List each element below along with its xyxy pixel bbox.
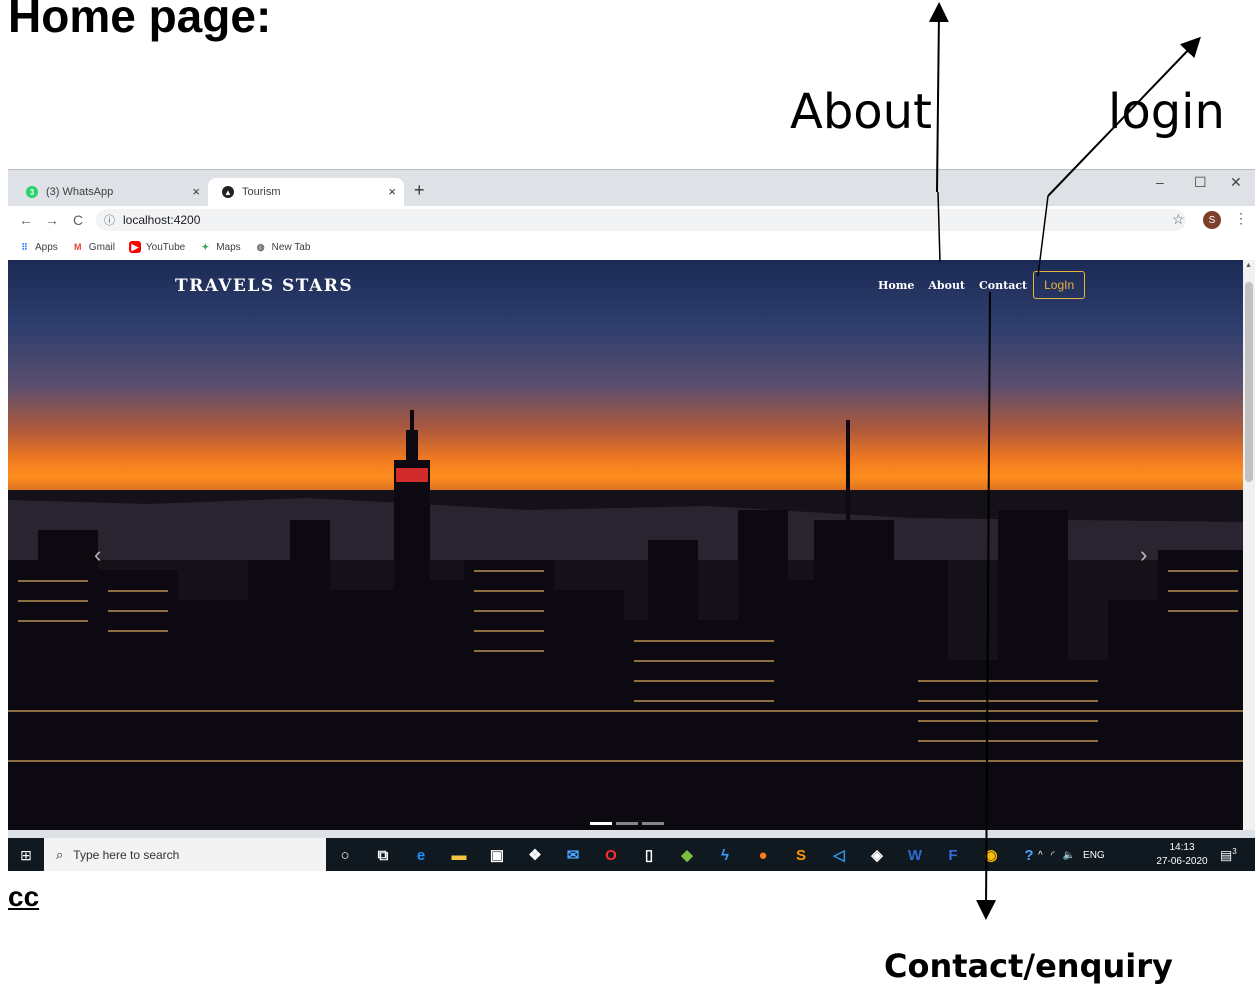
power-bi-icon[interactable]: ϟ bbox=[706, 838, 744, 871]
back-button[interactable]: ← bbox=[18, 212, 34, 228]
windows-taskbar: ⊞ ⌕ Type here to search ○ ⧉ e ▬ ▣ ❖ ✉ O ▯ ◆ ϟ ● S ◁ ◈ W… bbox=[8, 838, 1255, 871]
nav-about-link[interactable]: About bbox=[928, 279, 965, 292]
page-scrollbar[interactable]: ▲ bbox=[1243, 260, 1255, 830]
bookmark-maps[interactable]: ✦ Maps bbox=[199, 241, 240, 253]
tab-title: Tourism bbox=[242, 186, 281, 198]
start-button[interactable]: ⊞ bbox=[8, 838, 44, 871]
annotation-cc: cc bbox=[8, 881, 40, 912]
arrow-about bbox=[928, 2, 949, 193]
search-placeholder[interactable]: Type here to search bbox=[73, 848, 179, 862]
notepad-icon[interactable]: ▯ bbox=[630, 838, 668, 871]
globe-icon: ◍ bbox=[256, 241, 265, 252]
carousel-indicator[interactable] bbox=[642, 822, 664, 825]
scrollbar-thumb[interactable] bbox=[1245, 282, 1253, 482]
chrome-icon[interactable]: ◉ bbox=[972, 838, 1010, 871]
firefox-icon[interactable]: ● bbox=[744, 838, 782, 871]
notification-count: 3 bbox=[1232, 847, 1237, 856]
carousel-indicators bbox=[590, 822, 664, 825]
taskbar-clock[interactable]: 14:13 27-06-2020 bbox=[1150, 841, 1214, 869]
cortana-icon[interactable]: ○ bbox=[326, 838, 364, 871]
bookmark-youtube[interactable]: ▶ YouTube bbox=[128, 241, 186, 253]
whatsapp-icon: 3 bbox=[26, 186, 38, 198]
city-skyline-image bbox=[8, 410, 1243, 830]
task-view-icon[interactable]: ⧉ bbox=[364, 838, 402, 871]
vscode-icon[interactable]: ◁ bbox=[820, 838, 858, 871]
youtube-icon: ▶ bbox=[128, 241, 141, 253]
language-indicator[interactable]: ENG bbox=[1083, 850, 1105, 861]
wifi-icon[interactable]: ◜ bbox=[1051, 850, 1055, 861]
bookmark-label: YouTube bbox=[145, 241, 186, 253]
maps-icon: ✦ bbox=[201, 241, 209, 252]
scroll-up-icon[interactable]: ▲ bbox=[1245, 262, 1252, 269]
git-icon[interactable]: ◈ bbox=[858, 838, 896, 871]
chevron-up-icon[interactable]: ^ bbox=[1038, 850, 1043, 861]
carousel-indicator[interactable] bbox=[616, 822, 638, 825]
word-icon[interactable]: W bbox=[896, 838, 934, 871]
store-icon[interactable]: ▣ bbox=[478, 838, 516, 871]
maximize-button[interactable]: ☐ bbox=[1194, 174, 1207, 191]
bookmark-label: Apps bbox=[35, 241, 58, 253]
angular-icon: ▲ bbox=[222, 186, 234, 198]
annotation-contact: Contact/enquiry bbox=[884, 947, 1173, 985]
tab-whatsapp[interactable]: 3 (3) WhatsApp × bbox=[12, 178, 208, 206]
address-bar[interactable]: ⓘ localhost:4200 bbox=[96, 209, 1186, 231]
mail-icon[interactable]: ✉ bbox=[554, 838, 592, 871]
nav-contact-link[interactable]: Contact bbox=[979, 279, 1027, 292]
reload-button[interactable]: C bbox=[70, 212, 86, 228]
clock-date: 27-06-2020 bbox=[1156, 856, 1208, 867]
tab-tourism[interactable]: ▲ Tourism × bbox=[208, 178, 404, 206]
volume-icon[interactable]: 🔈 bbox=[1063, 850, 1075, 861]
bookmark-label: New Tab bbox=[271, 241, 311, 253]
browser-toolbar: ← → C ⓘ localhost:4200 ☆ S ⋮ bbox=[8, 206, 1255, 234]
file-explorer-icon[interactable]: ▬ bbox=[440, 838, 478, 871]
android-studio-icon[interactable]: ◆ bbox=[668, 838, 706, 871]
gmail-icon: M bbox=[74, 242, 82, 252]
new-tab-button[interactable]: + bbox=[414, 180, 425, 201]
sublime-icon[interactable]: S bbox=[782, 838, 820, 871]
notifications-icon[interactable]: ▤3 bbox=[1220, 847, 1237, 863]
site-navbar: Home About Contact LogIn bbox=[878, 270, 1086, 300]
bookmark-apps[interactable]: ⠿ Apps bbox=[18, 241, 58, 253]
minimize-button[interactable]: – bbox=[1156, 174, 1164, 190]
login-button[interactable]: LogIn bbox=[1033, 271, 1086, 299]
bookmark-label: Gmail bbox=[88, 241, 115, 253]
close-icon[interactable]: × bbox=[192, 184, 200, 199]
menu-icon[interactable]: ⋮ bbox=[1234, 210, 1248, 227]
clock-time: 14:13 bbox=[1169, 842, 1195, 853]
app-f-icon[interactable]: F bbox=[934, 838, 972, 871]
search-icon: ⌕ bbox=[56, 847, 64, 862]
bookmark-star-icon[interactable]: ☆ bbox=[1172, 211, 1185, 228]
taskbar-search[interactable]: ⌕ Type here to search bbox=[44, 838, 326, 871]
profile-avatar[interactable]: S bbox=[1203, 211, 1221, 229]
url-text[interactable]: localhost:4200 bbox=[123, 213, 200, 227]
close-icon[interactable]: × bbox=[388, 184, 396, 199]
forward-button[interactable]: → bbox=[44, 212, 60, 228]
bookmark-gmail[interactable]: M Gmail bbox=[72, 241, 115, 253]
carousel-prev-icon[interactable]: ‹ bbox=[94, 542, 101, 568]
system-tray: ^ ◜ 🔈 ENG bbox=[1038, 838, 1105, 871]
carousel-indicator[interactable] bbox=[590, 822, 612, 825]
bookmark-label: Maps bbox=[216, 241, 241, 253]
opera-icon[interactable]: O bbox=[592, 838, 630, 871]
info-icon[interactable]: ⓘ bbox=[104, 212, 115, 228]
taskbar-apps: ○ ⧉ e ▬ ▣ ❖ ✉ O ▯ ◆ ϟ ● S ◁ ◈ W F ◉? bbox=[326, 838, 1048, 871]
annotation-login: login bbox=[1108, 84, 1225, 140]
bookmark-new-tab[interactable]: ◍ New Tab bbox=[255, 241, 311, 253]
tab-title: (3) WhatsApp bbox=[46, 186, 114, 198]
apps-grid-icon: ⠿ bbox=[21, 241, 28, 252]
dropbox-icon[interactable]: ❖ bbox=[516, 838, 554, 871]
close-window-button[interactable]: ✕ bbox=[1230, 174, 1242, 191]
annotation-about: About bbox=[790, 84, 932, 140]
tab-strip: 3 (3) WhatsApp × ▲ Tourism × + – ☐ ✕ bbox=[8, 170, 1255, 206]
bookmarks-bar: ⠿ Apps M Gmail ▶ YouTube ✦ Maps ◍ New Tab bbox=[8, 234, 1255, 260]
browser-window: 3 (3) WhatsApp × ▲ Tourism × + – ☐ ✕ ← →… bbox=[8, 169, 1255, 871]
hero-carousel: TRAVELS STARS Home About Contact LogIn ‹… bbox=[8, 260, 1243, 830]
site-brand[interactable]: TRAVELS STARS bbox=[175, 276, 353, 296]
nav-home-link[interactable]: Home bbox=[878, 279, 914, 292]
edge-icon[interactable]: e bbox=[402, 838, 440, 871]
document-heading: Home page: bbox=[8, 0, 272, 42]
notification-glyph: ▤ bbox=[1220, 847, 1233, 863]
carousel-next-icon[interactable]: › bbox=[1140, 542, 1147, 568]
